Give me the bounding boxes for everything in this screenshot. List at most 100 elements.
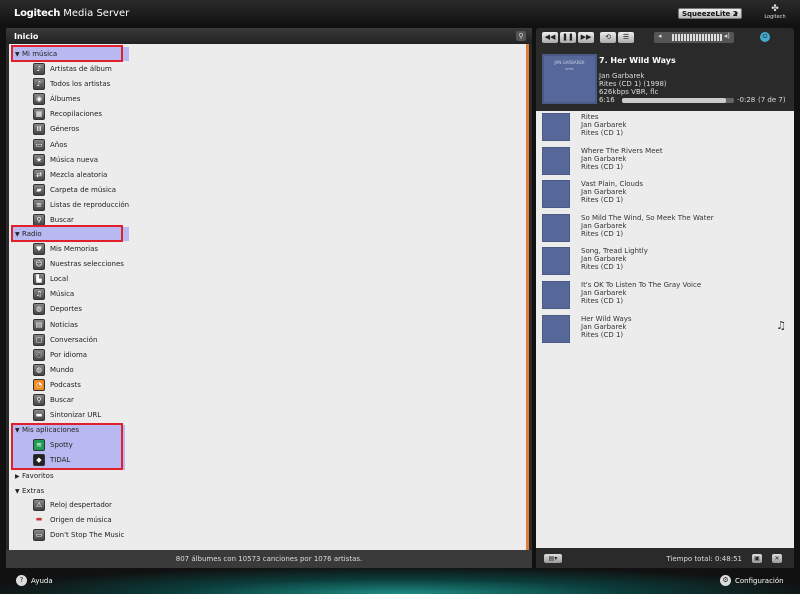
menu-item-label: Artistas de álbum (50, 65, 112, 73)
menu-item[interactable]: ⚠ Reloj despertador (33, 498, 333, 512)
track-artist: Jan Garbarek (581, 255, 627, 264)
genre-icon: Ⅲ (33, 123, 45, 136)
volume-slider[interactable]: ◂ ◂) (654, 32, 734, 43)
save-playlist-button[interactable]: ▣ (752, 554, 762, 563)
album-cover[interactable]: JAN GARBAREK RITES (542, 54, 597, 104)
repeat-button[interactable]: ⟲ (600, 32, 616, 43)
shuffle-icon: ⇄ (33, 168, 45, 181)
playlist-menu-button[interactable]: ▤▾ (544, 554, 562, 563)
menu-item-label: Carpeta de música (50, 185, 117, 194)
help-icon: ? (16, 575, 27, 586)
spotify-icon: ≋ (33, 439, 45, 451)
track-cover (542, 113, 570, 141)
progress-bar[interactable] (622, 98, 734, 103)
settings-button[interactable]: ⚙ Configuración (720, 575, 784, 586)
track-album: Rites (CD 1) (581, 330, 624, 339)
menu-item[interactable]: ▤ Noticias (33, 318, 333, 332)
track-title: Vast Plain, Clouds (581, 180, 644, 189)
menu-item[interactable]: ▭ Don't Stop The Music (33, 528, 333, 542)
track-cover (542, 314, 570, 343)
gear-icon: ⚙ (720, 575, 731, 586)
pause-button[interactable]: ❚❚ (560, 32, 576, 43)
track-artist: Jan Garbarek (581, 289, 627, 297)
menu-item[interactable]: ▬ Origen de música (33, 513, 333, 527)
player-select[interactable]: SqueezeLite 2 ▾ (678, 8, 742, 19)
help-button[interactable]: ? Ayuda (16, 575, 53, 586)
menu-item-label: Podcasts (50, 380, 81, 389)
heart-icon: ♥ (33, 243, 45, 255)
clear-playlist-button[interactable]: ✕ (772, 554, 782, 563)
power-icon[interactable]: ⏻ (760, 32, 770, 42)
new-music-icon: ★ (33, 153, 45, 166)
menu-item[interactable]: ♪ Artistas de álbum (33, 62, 333, 76)
music-icon: ♫ (33, 288, 45, 301)
menu-item-label: Listas de reproducción (50, 200, 130, 209)
highlight-box-mi-musica (11, 45, 123, 62)
track-album: Rites (CD 1) (581, 129, 624, 137)
menu-item[interactable]: ▦ Recopilaciones (33, 107, 333, 121)
menu-item-label: Por idioma (50, 350, 88, 359)
menu-item[interactable]: ♪ Todos los artistas (33, 77, 333, 91)
menu-item[interactable]: ≡ Listas de reproducción (33, 198, 333, 212)
playlist-track[interactable]: Rites Jan Garbarek Rites (CD 1) (536, 111, 794, 145)
scrollbar[interactable] (526, 44, 529, 550)
playlist-footer: ▤▾ Tiempo total: 0:48:51 ▣ ✕ (536, 550, 794, 568)
track-title: Where The Rivers Meet (581, 146, 663, 155)
menu-item[interactable]: ◆ TIDAL (33, 453, 333, 467)
menu-item-label: Reloj despertador (50, 501, 112, 509)
track-cover (542, 247, 570, 276)
menu-item-label: Recopilaciones (50, 110, 103, 119)
svg-text:RITES: RITES (565, 67, 574, 71)
playlist-track[interactable]: Song, Tread Lightly Jan Garbarek Rites (CD… (536, 245, 794, 279)
language-icon: ◌ (33, 348, 45, 361)
menu-item-label: Noticias (50, 320, 78, 329)
playlist: Rites Jan Garbarek Rites (CD 1) Where The R… (536, 111, 794, 548)
section-extras[interactable]: ▼ Extras (11, 484, 129, 498)
track-artist: Jan Garbarek (581, 188, 627, 197)
track-artist: Jan Garbarek (581, 121, 627, 129)
shuffle-button[interactable]: ☰ (618, 32, 634, 43)
rewind-button[interactable]: ◀◀ (542, 32, 558, 43)
menu-item[interactable]: ▬ Sintonizar URL (33, 408, 333, 422)
menu-item-label: Nuestras selecciones (50, 260, 124, 269)
menu-item[interactable]: ≋ Spotty (33, 438, 333, 452)
menu-item[interactable]: ◍ Mundo (33, 363, 333, 377)
menu-item[interactable]: ▭ Años (33, 138, 333, 152)
track-artist[interactable]: Jan Garbarek (599, 72, 644, 80)
menu-item[interactable]: Ⅲ Géneros (33, 122, 333, 136)
menu-item[interactable]: ★ Música nueva (33, 153, 333, 167)
menu-item[interactable]: ▢ Conversación (33, 333, 333, 347)
menu-item[interactable]: ⚲ Buscar (33, 393, 333, 407)
playlist-track[interactable]: Her Wild Ways Jan Garbarek Rites (CD 1) ♫ (536, 313, 794, 347)
menu-item[interactable]: ◍ Deportes (33, 302, 333, 316)
playlist-track[interactable]: So Mild The Wind, So Meek The Water Jan G… (536, 212, 794, 246)
menu-item[interactable]: ◔ Podcasts (33, 378, 333, 392)
menu-item-label: Todos los artistas (50, 80, 111, 89)
menu-item[interactable]: ⇄ Mezcla aleatoria (33, 168, 333, 182)
bottom-bar: ? Ayuda ⚙ Configuración (0, 568, 800, 594)
talk-icon: ▢ (33, 333, 45, 346)
volume-up-icon: ◂) (723, 32, 730, 40)
playlist-track[interactable]: It's OK To Listen To The Gray Voice Jan G… (536, 279, 794, 313)
menu-item-label: Don't Stop The Music (50, 531, 125, 540)
menu-item-label: Álbumes (50, 95, 81, 104)
track-album[interactable]: Rites (CD 1) (1998) (599, 80, 667, 88)
menu-item[interactable]: ♥ Mis Memorias (33, 242, 333, 256)
track-title[interactable]: 7. Her Wild Ways (599, 56, 676, 65)
playlist-track[interactable]: Where The Rivers Meet Jan Garbarek Rites (… (536, 145, 794, 179)
menu-item[interactable]: ▙ Local (33, 272, 333, 286)
menu-item-label: Géneros (50, 125, 80, 134)
menu-item[interactable]: ♫ Música (33, 287, 333, 301)
track-position: (7 de 7) (758, 96, 786, 104)
menu-item-label: Local (50, 275, 69, 284)
menu-item[interactable]: ☺ Nuestras selecciones (33, 257, 333, 271)
menu-item[interactable]: ▰ Carpeta de música (33, 183, 333, 197)
section-favoritos[interactable]: ▶ Favoritos (11, 469, 129, 483)
menu-item[interactable]: ◉ Álbumes (33, 92, 333, 106)
search-icon[interactable]: ⚲ (516, 31, 526, 41)
playlist-track[interactable]: Vast Plain, Clouds Jan Garbarek Rites (CD … (536, 178, 794, 212)
alarm-icon: ⚠ (33, 499, 45, 511)
track-artist: Jan Garbarek (581, 322, 627, 331)
forward-button[interactable]: ▶▶ (578, 32, 594, 43)
menu-item[interactable]: ◌ Por idioma (33, 348, 333, 362)
